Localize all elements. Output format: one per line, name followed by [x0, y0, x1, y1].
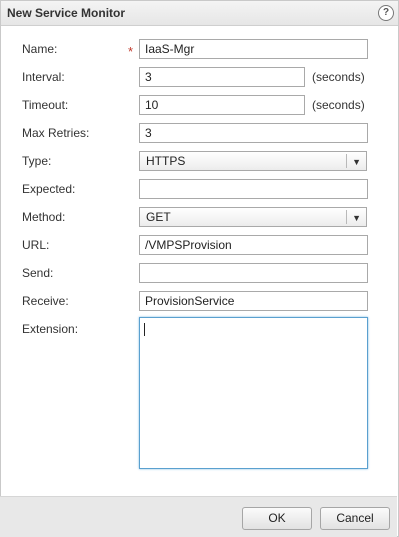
method-label: Method:	[22, 210, 66, 224]
select-divider	[346, 154, 347, 168]
required-marker: *	[128, 44, 134, 59]
expected-input[interactable]	[139, 179, 368, 199]
url-input[interactable]: /VMPSProvision	[139, 235, 368, 255]
chevron-down-icon[interactable]: ▼	[352, 211, 361, 225]
timeout-label: Timeout:	[22, 98, 69, 112]
name-input[interactable]: IaaS-Mgr	[139, 39, 368, 59]
method-select[interactable]: GET ▼	[139, 207, 367, 227]
dialog-title: New Service Monitor	[7, 6, 126, 20]
interval-label: Interval:	[22, 70, 65, 84]
chevron-down-icon[interactable]: ▼	[352, 155, 361, 169]
text-caret	[144, 323, 145, 336]
ok-button[interactable]: OK	[242, 507, 312, 530]
interval-input[interactable]: 3	[139, 67, 305, 87]
receive-input[interactable]: ProvisionService	[139, 291, 368, 311]
method-select-value: GET	[146, 210, 171, 224]
max-retries-label: Max Retries:	[22, 126, 90, 140]
interval-unit: (seconds)	[312, 70, 365, 84]
cancel-button[interactable]: Cancel	[320, 507, 390, 530]
select-divider	[346, 210, 347, 224]
type-label: Type:	[22, 154, 52, 168]
type-select[interactable]: HTTPS ▼	[139, 151, 367, 171]
timeout-unit: (seconds)	[312, 98, 365, 112]
type-select-value: HTTPS	[146, 154, 186, 168]
max-retries-input[interactable]: 3	[139, 123, 368, 143]
extension-textarea[interactable]	[139, 317, 368, 469]
dialog-titlebar[interactable]: New Service Monitor ?	[1, 1, 398, 26]
timeout-input[interactable]: 10	[139, 95, 305, 115]
send-input[interactable]	[139, 263, 368, 283]
name-label: Name:	[22, 42, 58, 56]
help-icon[interactable]: ?	[378, 5, 394, 21]
extension-label: Extension:	[22, 322, 79, 336]
send-label: Send:	[22, 266, 54, 280]
expected-label: Expected:	[22, 182, 76, 196]
url-label: URL:	[22, 238, 50, 252]
receive-label: Receive:	[22, 294, 69, 308]
